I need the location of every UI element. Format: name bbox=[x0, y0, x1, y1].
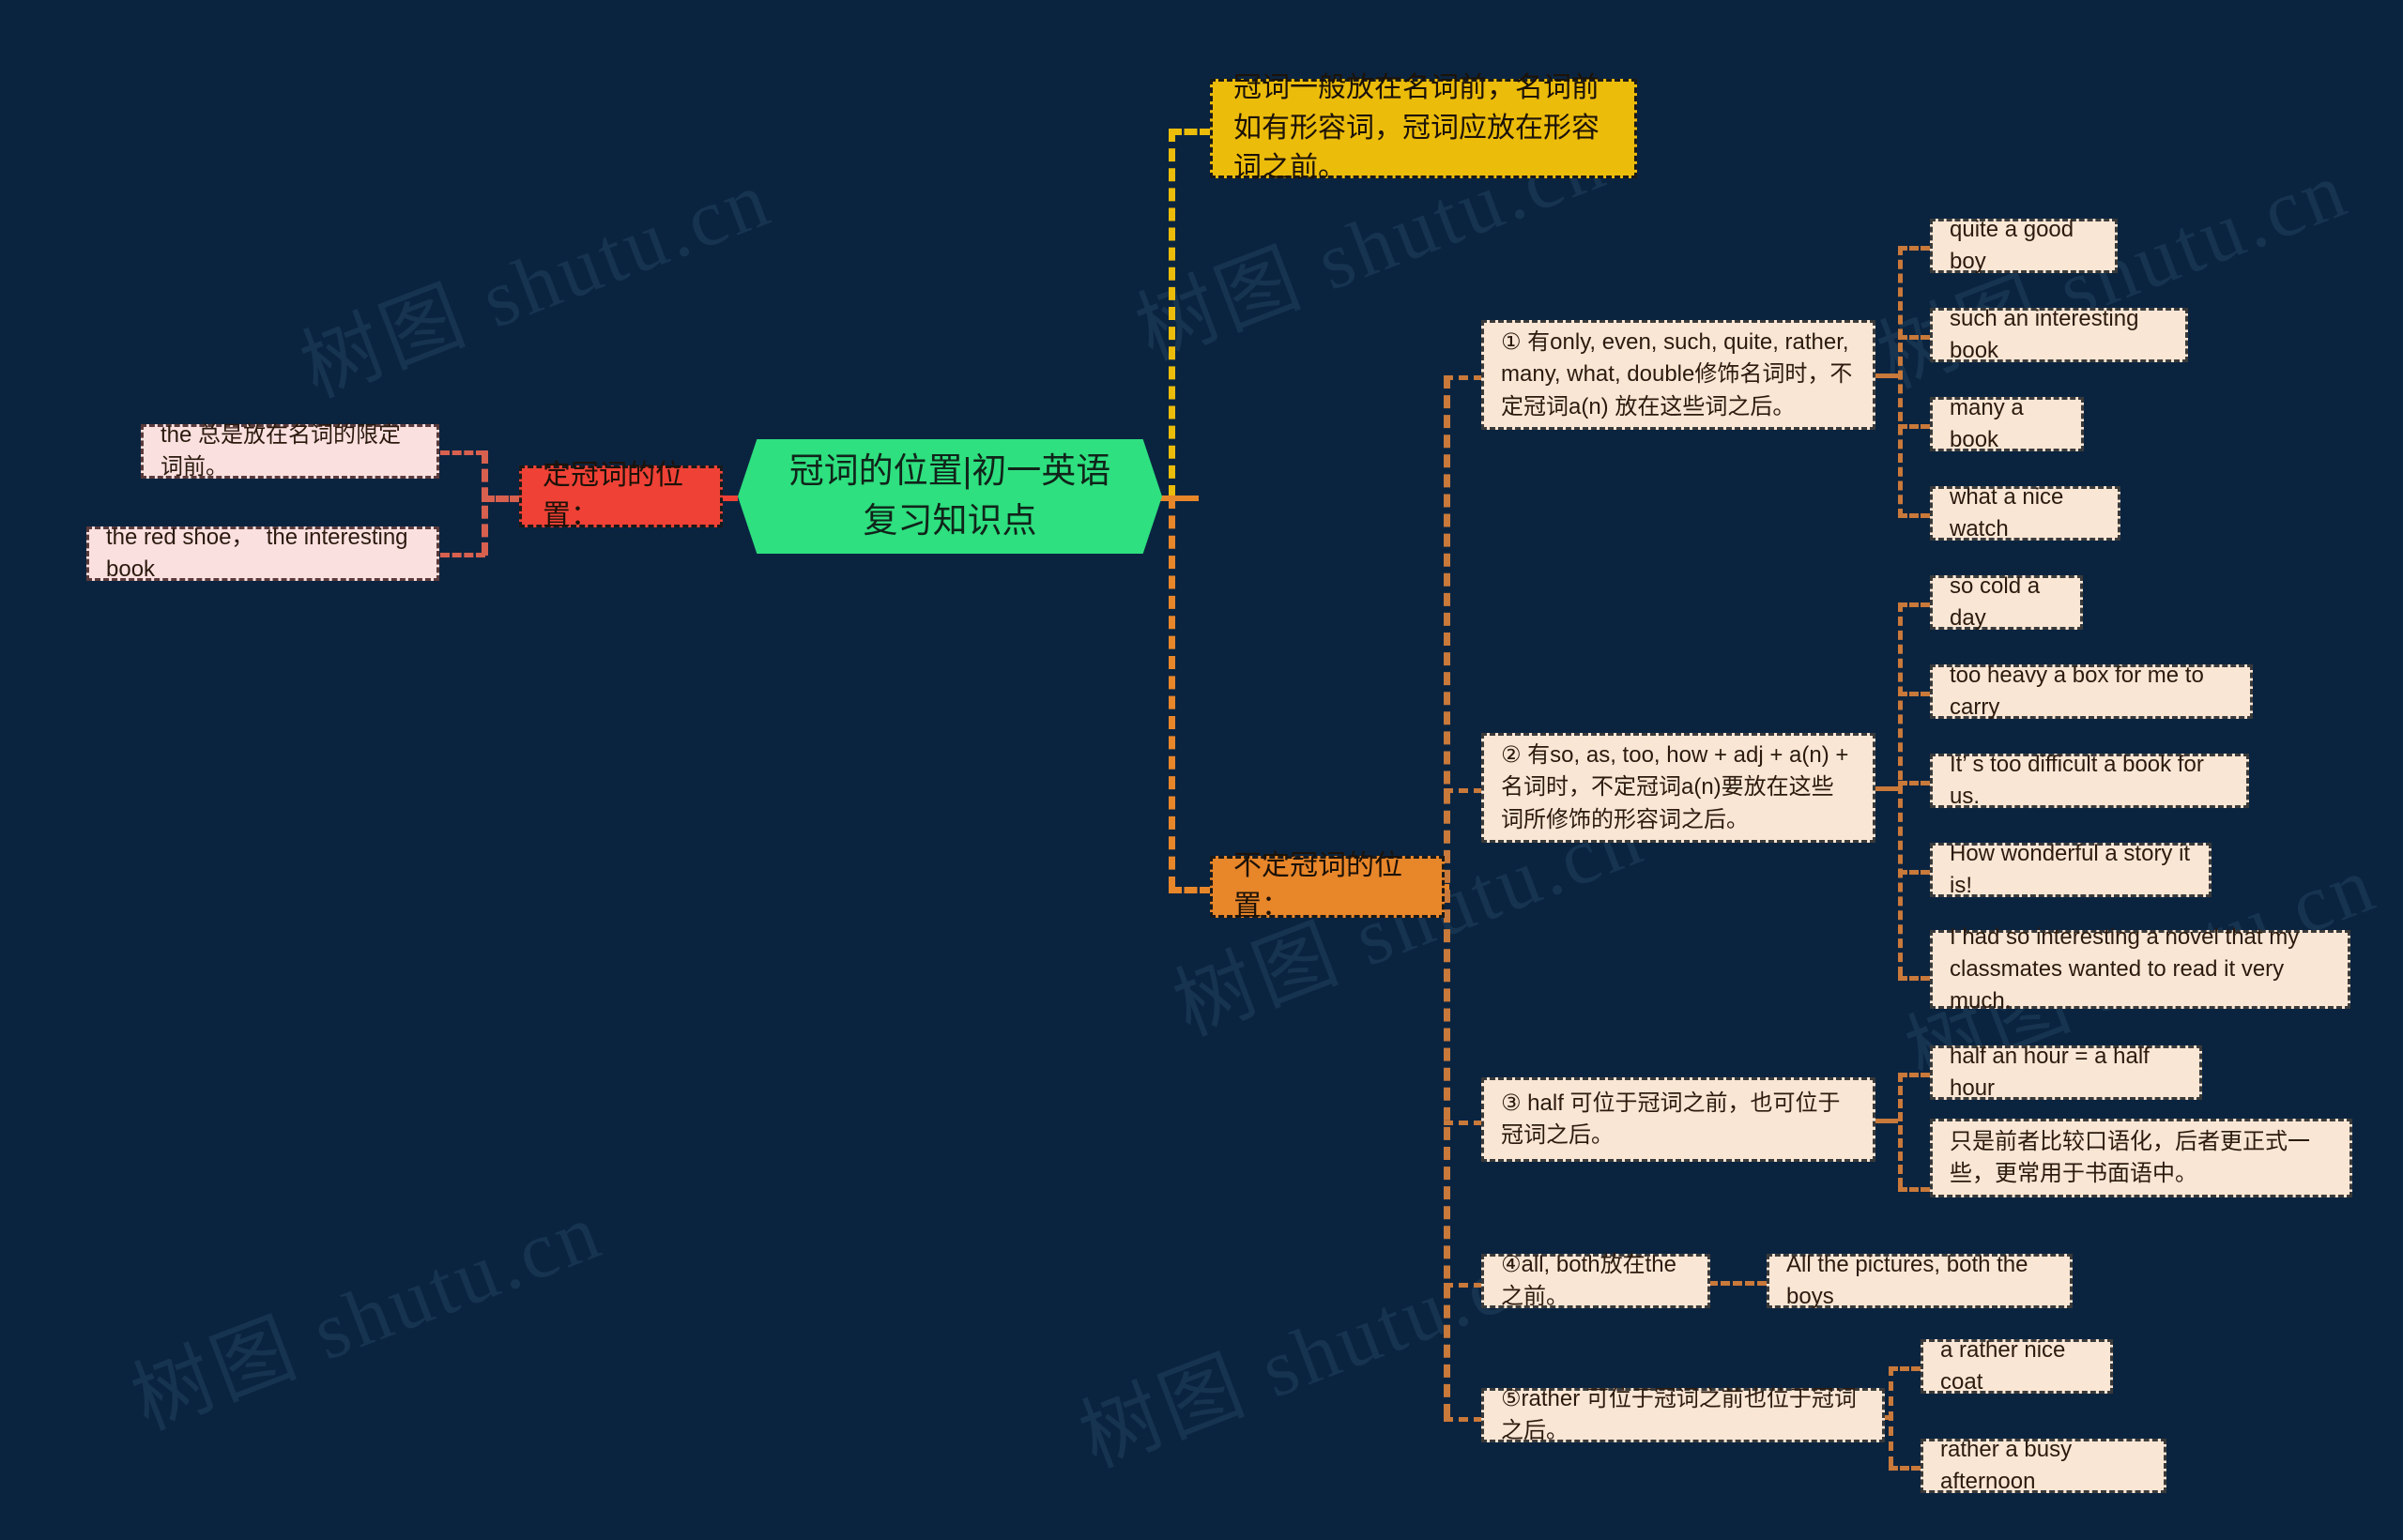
example-node-2-5[interactable]: I had so interesting a novel that my cla… bbox=[1930, 924, 2350, 1014]
connector-item2-ex1 bbox=[1898, 602, 1930, 607]
mindmap-canvas: 树图 shutu.cn 树图 shutu.cn 树图 shutu.cn 树图 s… bbox=[0, 0, 2403, 1540]
connector-item1-ex3 bbox=[1898, 424, 1930, 429]
item-node-3[interactable]: ③ half 可位于冠词之前，也可位于冠词之后。 bbox=[1481, 1077, 1875, 1162]
connector-item-3 bbox=[1444, 1121, 1483, 1125]
connector-item1-ex2 bbox=[1898, 335, 1930, 340]
connector-item5-ex1 bbox=[1889, 1366, 1921, 1371]
item-node-1[interactable]: ① 有only, even, such, quite, rather, many… bbox=[1481, 320, 1875, 430]
example-node-1-3[interactable]: many a book bbox=[1930, 395, 2084, 452]
connector-item3-ex1 bbox=[1898, 1073, 1930, 1077]
connector-item1-spine bbox=[1898, 246, 1903, 518]
branch-node-indefinite[interactable]: 不定冠词的位置： bbox=[1210, 850, 1445, 922]
connector-indefinite-stub bbox=[1169, 887, 1213, 893]
leaf-definite-2[interactable]: the red shoe， the interesting book bbox=[86, 525, 439, 582]
connector-item3-out bbox=[1874, 1119, 1898, 1123]
item-node-5[interactable]: ⑤rather 可位于冠词之前也位于冠词之后。 bbox=[1481, 1386, 1885, 1443]
connector-item-4 bbox=[1444, 1283, 1483, 1288]
connector-definite-stub bbox=[482, 496, 523, 502]
example-node-3-1[interactable]: half an hour = a half hour bbox=[1930, 1044, 2202, 1101]
example-node-5-2[interactable]: rather a busy afternoon bbox=[1921, 1437, 2166, 1494]
example-node-3-2[interactable]: 只是前者比较口语化，后者更正式一些，更常用于书面语中。 bbox=[1930, 1119, 2352, 1197]
connector-general-rule-stub bbox=[1169, 129, 1213, 135]
example-node-1-1[interactable]: quite a good boy bbox=[1930, 217, 2118, 274]
example-node-2-4[interactable]: How wonderful a story it is! bbox=[1930, 841, 2212, 898]
example-node-2-2[interactable]: too heavy a box for me to carry bbox=[1930, 663, 2253, 720]
item-node-2[interactable]: ② 有so, as, too, how + adj + a(n) + 名词时，不… bbox=[1481, 733, 1875, 843]
connector-item3-ex2 bbox=[1898, 1187, 1930, 1192]
example-node-2-1[interactable]: so cold a day bbox=[1930, 573, 2083, 631]
example-node-4-1[interactable]: All the pictures, both the boys bbox=[1767, 1252, 2073, 1309]
branch-node-general-rule[interactable]: 冠词一般放在名词前，名词前如有形容词，冠词应放在形容词之前。 bbox=[1210, 72, 1637, 183]
example-node-1-2[interactable]: such an interesting book bbox=[1930, 306, 2188, 363]
item-node-4[interactable]: ④all, both放在the 之前。 bbox=[1481, 1252, 1710, 1309]
connector-trunk-upper bbox=[1169, 129, 1175, 498]
connector-indefinite-spine bbox=[1444, 375, 1450, 1417]
connector-item2-ex2 bbox=[1898, 692, 1930, 696]
connector-item4-ex1 bbox=[1708, 1281, 1767, 1286]
watermark: 树图 shutu.cn bbox=[289, 152, 784, 415]
connector-item2-ex3 bbox=[1898, 781, 1930, 785]
root-node[interactable]: 冠词的位置|初一英语复习知识点 bbox=[738, 439, 1162, 554]
leaf-definite-1[interactable]: the 总是放在名词的限定词前。 bbox=[141, 422, 439, 480]
connector-item2-ex5 bbox=[1898, 976, 1930, 981]
connector-item3-spine bbox=[1898, 1073, 1903, 1187]
watermark: 树图 shutu.cn bbox=[120, 1184, 615, 1447]
connector-item1-out bbox=[1874, 374, 1898, 378]
connector-item1-ex1 bbox=[1898, 246, 1930, 251]
connector-item2-spine bbox=[1898, 602, 1903, 976]
branch-node-definite[interactable]: 定冠词的位置： bbox=[519, 460, 723, 531]
connector-item-5 bbox=[1444, 1417, 1483, 1422]
connector-definite-child-1 bbox=[440, 450, 485, 455]
connector-item5-ex2 bbox=[1889, 1466, 1921, 1471]
connector-item-1 bbox=[1444, 375, 1483, 380]
connector-item5-spine bbox=[1889, 1366, 1893, 1466]
connector-item2-out bbox=[1874, 786, 1898, 791]
example-node-2-3[interactable]: It’ s too difficult a book for us. bbox=[1930, 752, 2249, 809]
connector-item2-ex4 bbox=[1898, 870, 1930, 875]
connector-item-2 bbox=[1444, 788, 1483, 793]
connector-definite-child-2 bbox=[440, 553, 485, 557]
connector-definite-spine bbox=[482, 450, 488, 556]
connector-trunk-lower bbox=[1169, 496, 1175, 890]
example-node-1-4[interactable]: what a nice watch bbox=[1930, 484, 2120, 541]
connector-item1-ex4 bbox=[1898, 513, 1930, 518]
example-node-5-1[interactable]: a rather nice coat bbox=[1921, 1337, 2113, 1395]
watermark: 树图 shutu.cn bbox=[1068, 1222, 1563, 1485]
